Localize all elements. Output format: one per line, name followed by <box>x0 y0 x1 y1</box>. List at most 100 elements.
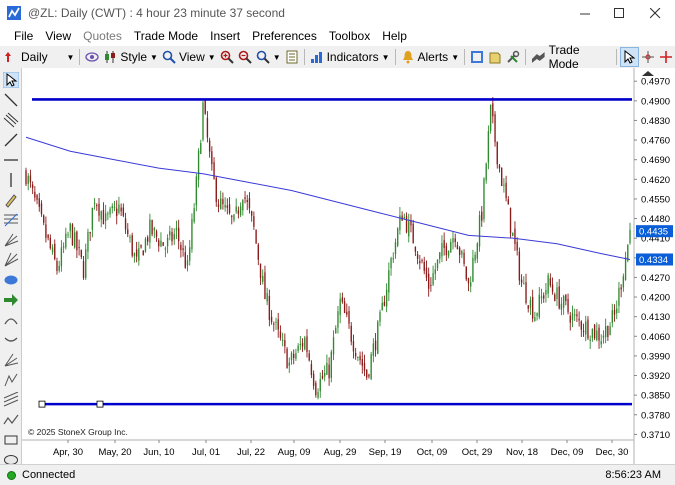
pencil-icon[interactable] <box>3 192 19 208</box>
candle-body <box>452 238 454 243</box>
parallel-channel-icon[interactable] <box>3 112 19 128</box>
alerts-dropdown[interactable]: Alerts ▼ <box>399 47 462 67</box>
horizontal-line-icon[interactable] <box>3 152 19 168</box>
zigzag-icon[interactable] <box>3 412 19 428</box>
candle-body <box>569 315 571 323</box>
menu-trade-mode[interactable]: Trade Mode <box>128 29 204 43</box>
indicators-dropdown[interactable]: Indicators ▼ <box>308 47 392 67</box>
regression-channel-icon[interactable] <box>3 392 19 408</box>
cross-cursor-button[interactable] <box>657 47 675 67</box>
trade-mode-icon <box>532 52 545 63</box>
fibonacci-icon[interactable] <box>3 212 19 228</box>
candle-body <box>487 131 490 163</box>
color-palette-icon <box>471 51 484 63</box>
menu-view[interactable]: View <box>39 29 77 43</box>
candle-body <box>235 206 237 212</box>
script-button[interactable] <box>486 47 504 67</box>
arc-tool-icon[interactable] <box>3 312 19 328</box>
zoom-dropdown[interactable]: ▼ <box>254 47 283 67</box>
trade-mode-button[interactable]: Trade Mode <box>529 43 613 71</box>
cycle-lines-icon[interactable] <box>3 372 19 388</box>
pointer-draw-icon[interactable] <box>3 72 19 88</box>
zoom-menu-icon <box>256 50 270 64</box>
price-tick-label: 0.3780 <box>641 410 670 421</box>
candle-body <box>447 251 450 256</box>
candlestick-style-icon <box>105 51 116 63</box>
pointer-tool-button[interactable] <box>619 47 639 67</box>
candle-body <box>385 289 388 307</box>
symbol-pin-button[interactable] <box>0 47 16 67</box>
toolbar-divider <box>616 49 617 65</box>
chart-canvas[interactable]: 0.4970 0.4900 0.4830 0.4760 0.4690 0.4620 0.45… <box>22 68 675 464</box>
menu-toolbox[interactable]: Toolbox <box>323 29 376 43</box>
style-dropdown[interactable]: Style ▼ <box>101 47 160 67</box>
line-handle[interactable] <box>38 400 46 408</box>
candle-body <box>492 103 494 117</box>
candle-body <box>164 248 167 250</box>
time-tick-label: Jul, 22 <box>237 447 265 458</box>
candle-body <box>326 362 328 375</box>
candle-body <box>430 284 432 286</box>
candle-body <box>177 227 180 242</box>
candle-body <box>394 242 397 255</box>
cross-cursor-icon <box>659 51 672 63</box>
menu-file[interactable]: File <box>8 29 39 43</box>
candle-body <box>180 244 182 251</box>
candle-body <box>202 102 204 140</box>
color-theme-button[interactable] <box>468 47 486 67</box>
candle-body <box>346 311 348 315</box>
candle-body <box>463 252 465 264</box>
trendline-tool-icon[interactable] <box>3 92 19 108</box>
candle-body <box>208 140 211 152</box>
close-button[interactable] <box>637 0 673 26</box>
candle-body <box>239 206 242 216</box>
vertical-line-icon[interactable] <box>3 172 19 188</box>
candle-body <box>372 343 375 356</box>
pitchfork-icon[interactable] <box>3 232 19 248</box>
menu-help[interactable]: Help <box>376 29 413 43</box>
gann-fan-icon[interactable] <box>3 252 19 268</box>
candle-body <box>104 213 107 222</box>
price-tick-label: 0.3710 <box>641 430 670 441</box>
candle-body <box>155 231 158 237</box>
candle-body <box>293 353 295 358</box>
candle-body <box>598 327 600 341</box>
curve-tool-icon[interactable] <box>3 332 19 348</box>
candle-body <box>458 247 461 256</box>
view-dropdown[interactable]: View ▼ <box>160 47 218 67</box>
ellipse-fill-icon[interactable] <box>3 272 19 288</box>
candle-body <box>330 351 333 378</box>
menu-quotes[interactable]: Quotes <box>77 29 128 43</box>
candle-body <box>408 221 410 237</box>
interval-dropdown[interactable]: Daily ▼ <box>16 47 76 67</box>
speed-lines-icon[interactable] <box>3 352 19 368</box>
candle-body <box>558 286 560 309</box>
ray-tool-icon[interactable] <box>3 132 19 148</box>
zoom-in-button[interactable] <box>218 47 236 67</box>
candle-body <box>277 319 279 330</box>
toolbar-divider <box>79 49 81 65</box>
zoom-out-button[interactable] <box>236 47 254 67</box>
scroll-up-icon[interactable] <box>642 71 654 76</box>
price-tick-label: 0.4270 <box>641 273 670 284</box>
candle-body <box>49 237 52 249</box>
data-window-button[interactable] <box>283 47 301 67</box>
crosshair-button[interactable] <box>639 47 657 67</box>
rectangle-tool-icon[interactable] <box>3 432 19 448</box>
candle-body <box>98 203 100 216</box>
candle-body <box>220 198 222 210</box>
arrow-right-icon[interactable] <box>3 292 19 308</box>
line-handle[interactable] <box>96 400 104 408</box>
price-chart[interactable]: 0.4970 0.4900 0.4830 0.4760 0.4690 0.4620 0.45… <box>22 68 675 464</box>
candle-body <box>512 232 514 236</box>
drawing-eye-button[interactable] <box>83 47 101 67</box>
menu-preferences[interactable]: Preferences <box>246 29 323 43</box>
tools-button[interactable] <box>504 47 522 67</box>
menu-insert[interactable]: Insert <box>204 29 246 43</box>
candle-body <box>578 318 580 321</box>
minimize-button[interactable] <box>567 0 603 26</box>
candle-body <box>503 184 505 186</box>
candle-body <box>275 321 277 323</box>
candle-body <box>538 294 540 318</box>
maximize-button[interactable] <box>601 0 637 26</box>
